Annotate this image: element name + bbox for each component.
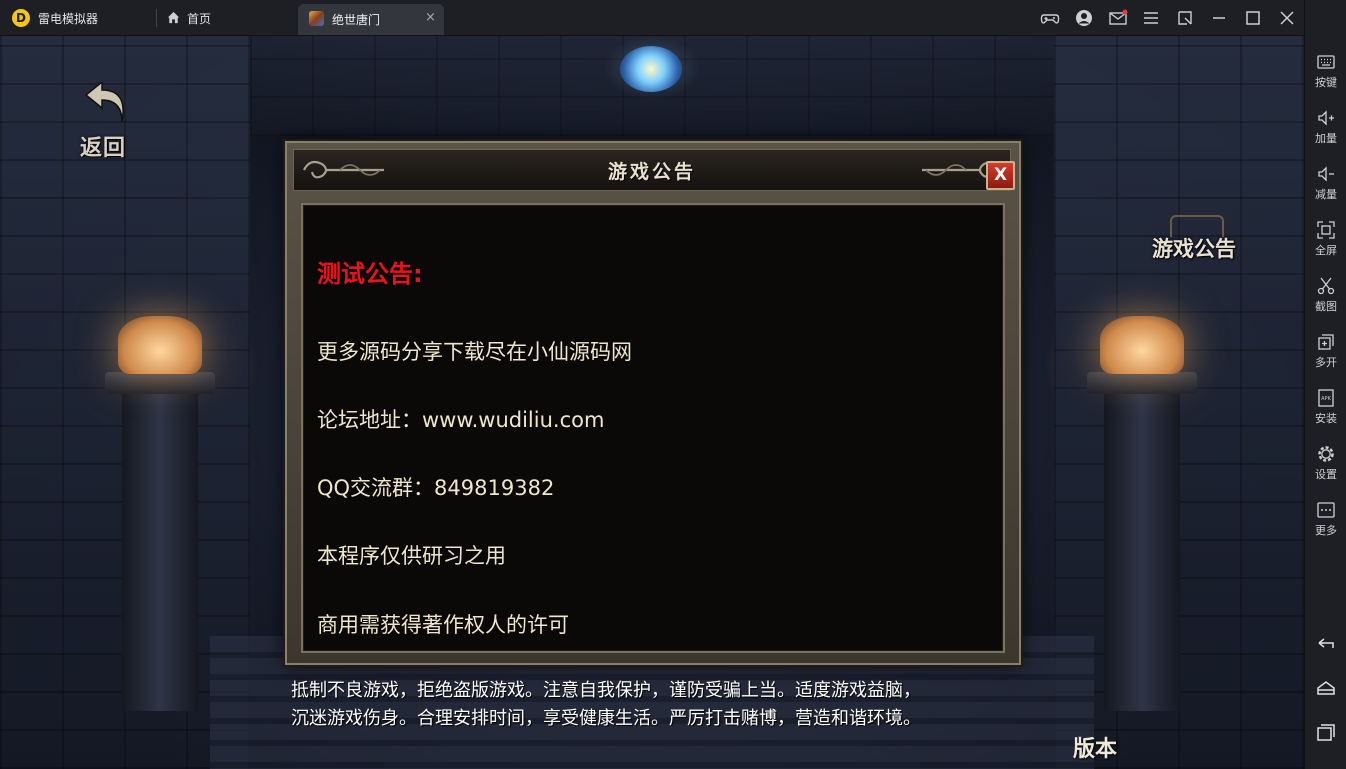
- back-arrow-icon: [84, 82, 124, 123]
- more-icon: [1317, 502, 1335, 518]
- sidebar-item-keymap[interactable]: 按键: [1305, 52, 1346, 102]
- home-tab-label[interactable]: 首页: [187, 10, 211, 27]
- volume-down-icon: [1318, 166, 1334, 182]
- game-app-icon: [309, 11, 324, 26]
- sidebar-item-label: 按键: [1315, 76, 1337, 89]
- health-gaming-notice: 抵制不良游戏，拒绝盗版游戏。注意自我保护，谨防受骗上当。适度游戏益脑， 沉迷游戏…: [291, 677, 1051, 733]
- notice-line: 商用需获得著作权人的许可: [317, 613, 569, 637]
- titlebar-divider: [156, 9, 157, 27]
- popout-icon[interactable]: [1175, 8, 1195, 28]
- user-icon[interactable]: [1074, 8, 1094, 28]
- sidebar-item-screenshot[interactable]: 截图: [1305, 276, 1346, 326]
- home-icon[interactable]: [166, 10, 181, 25]
- settings-icon: [1318, 446, 1334, 462]
- back-nav-icon[interactable]: [1316, 634, 1336, 654]
- sidebar-item-label: 设置: [1315, 468, 1337, 481]
- app-name: 雷电模拟器: [38, 12, 99, 26]
- notice-signpost-button[interactable]: 游戏公告: [1152, 211, 1252, 271]
- dialog-close-button[interactable]: X: [986, 161, 1015, 190]
- dialog-body[interactable]: 测试公告: 更多源码分享下载尽在小仙源码网 论坛地址：www.wudiliu.c…: [301, 203, 1005, 653]
- menu-icon[interactable]: [1141, 8, 1161, 28]
- maximize-icon[interactable]: [1243, 8, 1263, 28]
- emulator-sidebar: 按键 加量 减量 全屏 截图 多开 APK 安装 设置 更多: [1304, 0, 1346, 769]
- sidebar-item-install-apk[interactable]: APK 安装: [1305, 388, 1346, 438]
- health-notice-line: 沉迷游戏伤身。合理安排时间，享受健康生活。严厉打击赌博，营造和谐环境。: [291, 708, 921, 729]
- sidebar-item-label: 减量: [1315, 188, 1337, 201]
- sidebar-item-volume-up[interactable]: 加量: [1305, 108, 1346, 158]
- lamp-base-left: [105, 372, 215, 394]
- notice-heading: 测试公告:: [317, 260, 423, 288]
- sidebar-item-label: 全屏: [1315, 244, 1337, 257]
- tab-game-label: 绝世唐门: [332, 13, 381, 27]
- close-icon[interactable]: [1277, 8, 1297, 28]
- notice-line: 本程序仅供研习之用: [317, 544, 506, 568]
- sidebar-item-label: 截图: [1315, 300, 1337, 313]
- lamp-right: [1100, 316, 1184, 374]
- fullscreen-icon: [1317, 221, 1335, 239]
- lamp-left: [118, 316, 202, 374]
- health-notice-line: 抵制不良游戏，拒绝盗版游戏。注意自我保护，谨防受骗上当。适度游戏益脑，: [291, 680, 921, 701]
- title-bar: D 雷电模拟器 首页 绝世唐门 ×: [0, 0, 1346, 36]
- version-label: 版本号:1.6.0801.2297: [1073, 737, 1118, 762]
- notice-line: QQ交流群：849819382: [317, 476, 555, 500]
- recent-apps-icon[interactable]: [1316, 722, 1336, 742]
- notice-line: 更多源码分享下载尽在小仙源码网: [317, 340, 632, 364]
- sidebar-item-label: 安装: [1315, 412, 1337, 425]
- gamepad-icon[interactable]: [1040, 8, 1060, 28]
- sidebar-item-fullscreen[interactable]: 全屏: [1305, 220, 1346, 270]
- notice-signpost-label: 游戏公告: [1152, 237, 1236, 261]
- dialog-title: 游戏公告: [607, 161, 696, 183]
- dialog-header: 游戏公告 X: [293, 149, 1015, 191]
- multi-instance-icon: [1318, 334, 1334, 350]
- sidebar-item-label: 加量: [1315, 132, 1337, 145]
- scissors-icon: [1317, 277, 1335, 295]
- volume-up-icon: [1318, 110, 1334, 126]
- sidebar-item-multi-instance[interactable]: 多开: [1305, 332, 1346, 382]
- game-viewport[interactable]: 返回 游戏公告 游戏公告 X 测试公告: 更多源码分享下载尽在小仙源码网 论坛地…: [0, 36, 1304, 769]
- tab-game[interactable]: 绝世唐门 ×: [298, 4, 444, 35]
- sidebar-item-label: 多开: [1315, 356, 1337, 369]
- svg-text:APK: APK: [1321, 396, 1331, 402]
- tab-close-icon[interactable]: ×: [425, 10, 436, 25]
- notice-line: 论坛地址：www.wudiliu.com: [317, 408, 605, 432]
- pillar-left: [122, 391, 198, 711]
- sidebar-item-volume-down[interactable]: 减量: [1305, 164, 1346, 214]
- sidebar-item-label: 更多: [1315, 524, 1337, 537]
- glowing-crystal: [620, 46, 682, 92]
- back-button[interactable]: 返回: [76, 82, 136, 162]
- pillar-right: [1104, 391, 1180, 711]
- minimize-icon[interactable]: [1209, 8, 1229, 28]
- app-logo: D: [12, 9, 30, 27]
- home-nav-icon[interactable]: [1316, 678, 1336, 698]
- lamp-base-right: [1087, 372, 1197, 394]
- back-label: 返回: [80, 135, 127, 161]
- sidebar-item-more[interactable]: 更多: [1305, 500, 1346, 550]
- apk-icon: APK: [1318, 389, 1334, 407]
- keyboard-icon: [1317, 55, 1335, 69]
- sidebar-item-settings[interactable]: 设置: [1305, 444, 1346, 494]
- mail-icon[interactable]: [1108, 8, 1128, 28]
- notice-dialog: 游戏公告 X 测试公告: 更多源码分享下载尽在小仙源码网 论坛地址：www.wu…: [285, 141, 1021, 665]
